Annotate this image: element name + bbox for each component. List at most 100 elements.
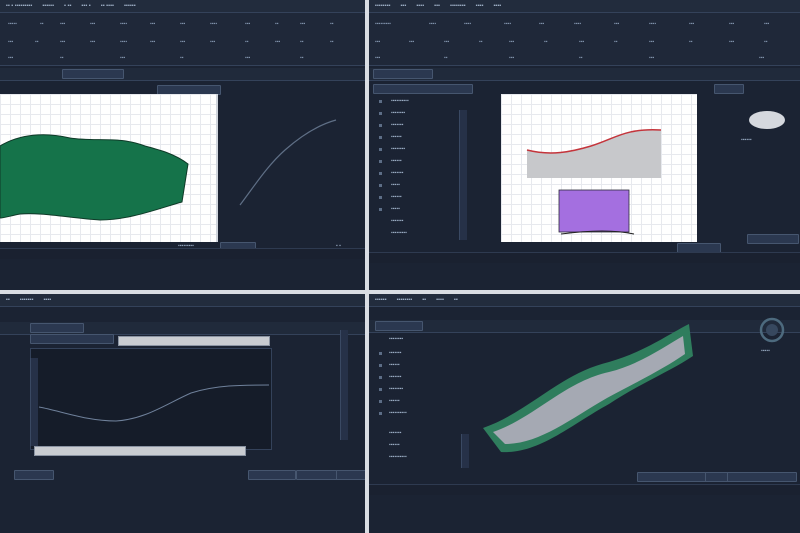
tab[interactable] — [62, 69, 124, 79]
status-button[interactable] — [727, 472, 797, 482]
list-item[interactable]: ▪▪▪▪▪▪▪▪ — [391, 110, 405, 116]
list-item[interactable]: ▪▪▪▪▪▪ — [391, 134, 402, 140]
list-item[interactable]: ▪▪▪▪▪▪▪ — [391, 218, 403, 224]
menu-item[interactable]: ▪▪▪▪▪▪ — [42, 3, 54, 9]
toolbar-group[interactable]: ▪▪▪▪ — [504, 21, 511, 27]
toolbar-group[interactable]: ▪▪▪ — [759, 55, 764, 61]
toolbar-group[interactable]: ▪▪▪▪▪▪▪▪▪ — [375, 21, 391, 27]
list-scrollbar[interactable] — [459, 110, 467, 240]
status-button[interactable] — [637, 472, 707, 482]
toolbar-group[interactable]: ▪▪▪▪ — [464, 21, 471, 27]
menu-item[interactable]: ▪▪▪▪▪▪▪ — [20, 297, 34, 303]
toolbar-group[interactable]: ▪▪ — [300, 55, 304, 61]
list-item[interactable]: ▪▪▪▪▪ — [391, 206, 400, 212]
toolbar-group[interactable]: ▪▪▪ — [689, 21, 694, 27]
list-item[interactable]: ▪▪▪▪▪▪ — [391, 194, 402, 200]
toolbar-group[interactable]: ▪▪▪ — [539, 21, 544, 27]
toolbar-group[interactable]: ▪▪▪ — [120, 55, 125, 61]
menu-item[interactable]: ▪▪▪ ▪ — [82, 3, 91, 9]
toolbar-group[interactable]: ▪▪▪ — [649, 55, 654, 61]
menu-item[interactable]: ▪▪▪▪ — [416, 3, 424, 9]
menu-item[interactable]: ▪▪▪▪ — [494, 3, 502, 9]
toolbar-group[interactable]: ▪▪▪ — [444, 39, 449, 45]
toolbar-group[interactable]: ▪▪▪▪ — [649, 21, 656, 27]
toolbar-group[interactable]: ▪▪▪ — [90, 21, 95, 27]
list-item[interactable]: ▪▪▪▪▪▪▪▪ — [391, 146, 405, 152]
plot-canvas[interactable] — [30, 348, 272, 450]
menu-item[interactable]: ▪▪ — [6, 297, 10, 303]
toolbar-group[interactable]: ▪▪▪▪ — [210, 21, 217, 27]
list-item[interactable]: ▪▪▪▪▪ — [391, 182, 400, 188]
toolbar-group[interactable]: ▪▪ — [764, 39, 768, 45]
list-item[interactable]: ▪▪▪▪▪▪▪▪▪▪ — [391, 98, 409, 104]
toolbar-group[interactable]: ▪▪▪ — [150, 21, 155, 27]
toolbar-group[interactable]: ▪▪ — [444, 55, 448, 61]
toolbar-group[interactable]: ▪▪▪ — [409, 39, 414, 45]
toolbar-group[interactable]: ▪▪ — [479, 39, 483, 45]
toolbar-group[interactable]: ▪▪ — [689, 39, 693, 45]
menu-item[interactable]: ▪ ▪▪ — [64, 3, 71, 9]
toolbar-group[interactable]: ▪▪ — [245, 39, 249, 45]
toolbar-group[interactable]: ▪▪▪▪ — [429, 21, 436, 27]
plot-canvas[interactable] — [0, 94, 218, 242]
toolbar-group[interactable]: ▪▪▪ — [729, 39, 734, 45]
toolbar-group[interactable]: ▪▪ — [614, 39, 618, 45]
toolbar-group[interactable]: ▪▪▪ — [150, 39, 155, 45]
toolbar-group[interactable]: ▪▪ — [40, 21, 44, 27]
menu-item[interactable]: ▪▪▪▪▪▪ — [124, 3, 136, 9]
menu-item[interactable]: ▪▪▪▪▪▪▪▪ — [450, 3, 466, 9]
list-item[interactable]: ▪▪▪▪▪▪▪ — [391, 170, 403, 176]
toolbar-group[interactable]: ▪▪ — [275, 21, 279, 27]
toolbar-group[interactable]: ▪▪▪▪ — [574, 21, 581, 27]
status-button[interactable] — [747, 234, 799, 244]
toolbar-group[interactable]: ▪▪▪ — [245, 55, 250, 61]
toolbar-group[interactable]: ▪▪▪ — [60, 21, 65, 27]
toolbar-group[interactable]: ▪▪▪ — [60, 39, 65, 45]
list-item[interactable]: ▪▪▪▪▪▪▪▪▪ — [391, 230, 407, 236]
toolbar-group[interactable]: ▪▪▪ — [579, 39, 584, 45]
status-button[interactable] — [296, 470, 338, 480]
toolbar-group[interactable]: ▪▪▪ — [8, 55, 13, 61]
side-toolbar[interactable] — [30, 358, 38, 446]
toolbar-group[interactable]: ▪▪ — [544, 39, 548, 45]
toolbar-group[interactable]: ▪▪▪ — [764, 21, 769, 27]
menu-item[interactable]: ▪▪▪▪▪▪▪▪ — [375, 3, 391, 9]
toolbar-group[interactable]: ▪▪▪ — [614, 21, 619, 27]
toolbar-group[interactable]: ▪▪▪ — [375, 55, 380, 61]
vertical-scrollbar[interactable] — [340, 330, 348, 440]
menu-item[interactable]: ▪▪▪ — [434, 3, 440, 9]
plot-canvas[interactable] — [501, 94, 697, 242]
list-item[interactable]: ▪▪▪▪▪▪ — [391, 158, 402, 164]
status-button[interactable] — [248, 470, 296, 480]
toolbar-group[interactable]: ▪▪▪ — [180, 39, 185, 45]
horizontal-slider[interactable] — [34, 446, 246, 456]
toolbar-group[interactable]: ▪▪ — [330, 21, 334, 27]
toolbar-group[interactable]: ▪▪▪ — [509, 55, 514, 61]
toolbar-group[interactable]: ▪▪ — [300, 39, 304, 45]
toolbar-group[interactable]: ▪▪▪ — [275, 39, 280, 45]
toolbar-group[interactable]: ▪▪▪ — [90, 39, 95, 45]
toolbar-group[interactable]: ▪▪▪▪ — [120, 21, 127, 27]
status-button[interactable] — [336, 470, 365, 480]
toolbar-group[interactable]: ▪▪▪ — [245, 21, 250, 27]
menu-item[interactable]: ▪▪▪ — [401, 3, 407, 9]
menu-item[interactable]: ▪▪ ▪▪▪▪ — [101, 3, 114, 9]
toolbar-group[interactable]: ▪▪▪ — [210, 39, 215, 45]
list-item[interactable]: ▪▪▪▪▪▪▪ — [391, 122, 403, 128]
menu-item[interactable]: ▪▪▪▪ — [44, 297, 52, 303]
toolbar-group[interactable]: ▪▪▪ — [180, 21, 185, 27]
toolbar-group[interactable]: ▪▪▪▪ — [120, 39, 127, 45]
surface-band-view[interactable] — [369, 294, 800, 533]
toolbar-group[interactable]: ▪▪ — [35, 39, 39, 45]
toolbar-group[interactable]: ▪▪ — [579, 55, 583, 61]
menu-item[interactable]: ▪▪ ▪ ▪▪▪▪▪▪▪▪▪ — [6, 3, 32, 9]
toolbar-group[interactable]: ▪▪▪ — [300, 21, 305, 27]
toolbar-group[interactable]: ▪▪▪▪▪ — [8, 21, 17, 27]
toolbar-group[interactable]: ▪▪ — [330, 39, 334, 45]
toolbar-group[interactable]: ▪▪▪ — [729, 21, 734, 27]
toolbar-group[interactable]: ▪▪▪ — [509, 39, 514, 45]
tab[interactable] — [373, 69, 433, 79]
menu-item[interactable]: ▪▪▪▪ — [476, 3, 484, 9]
toolbar-group[interactable]: ▪▪ — [60, 55, 64, 61]
toolbar-group[interactable]: ▪▪▪ — [375, 39, 380, 45]
